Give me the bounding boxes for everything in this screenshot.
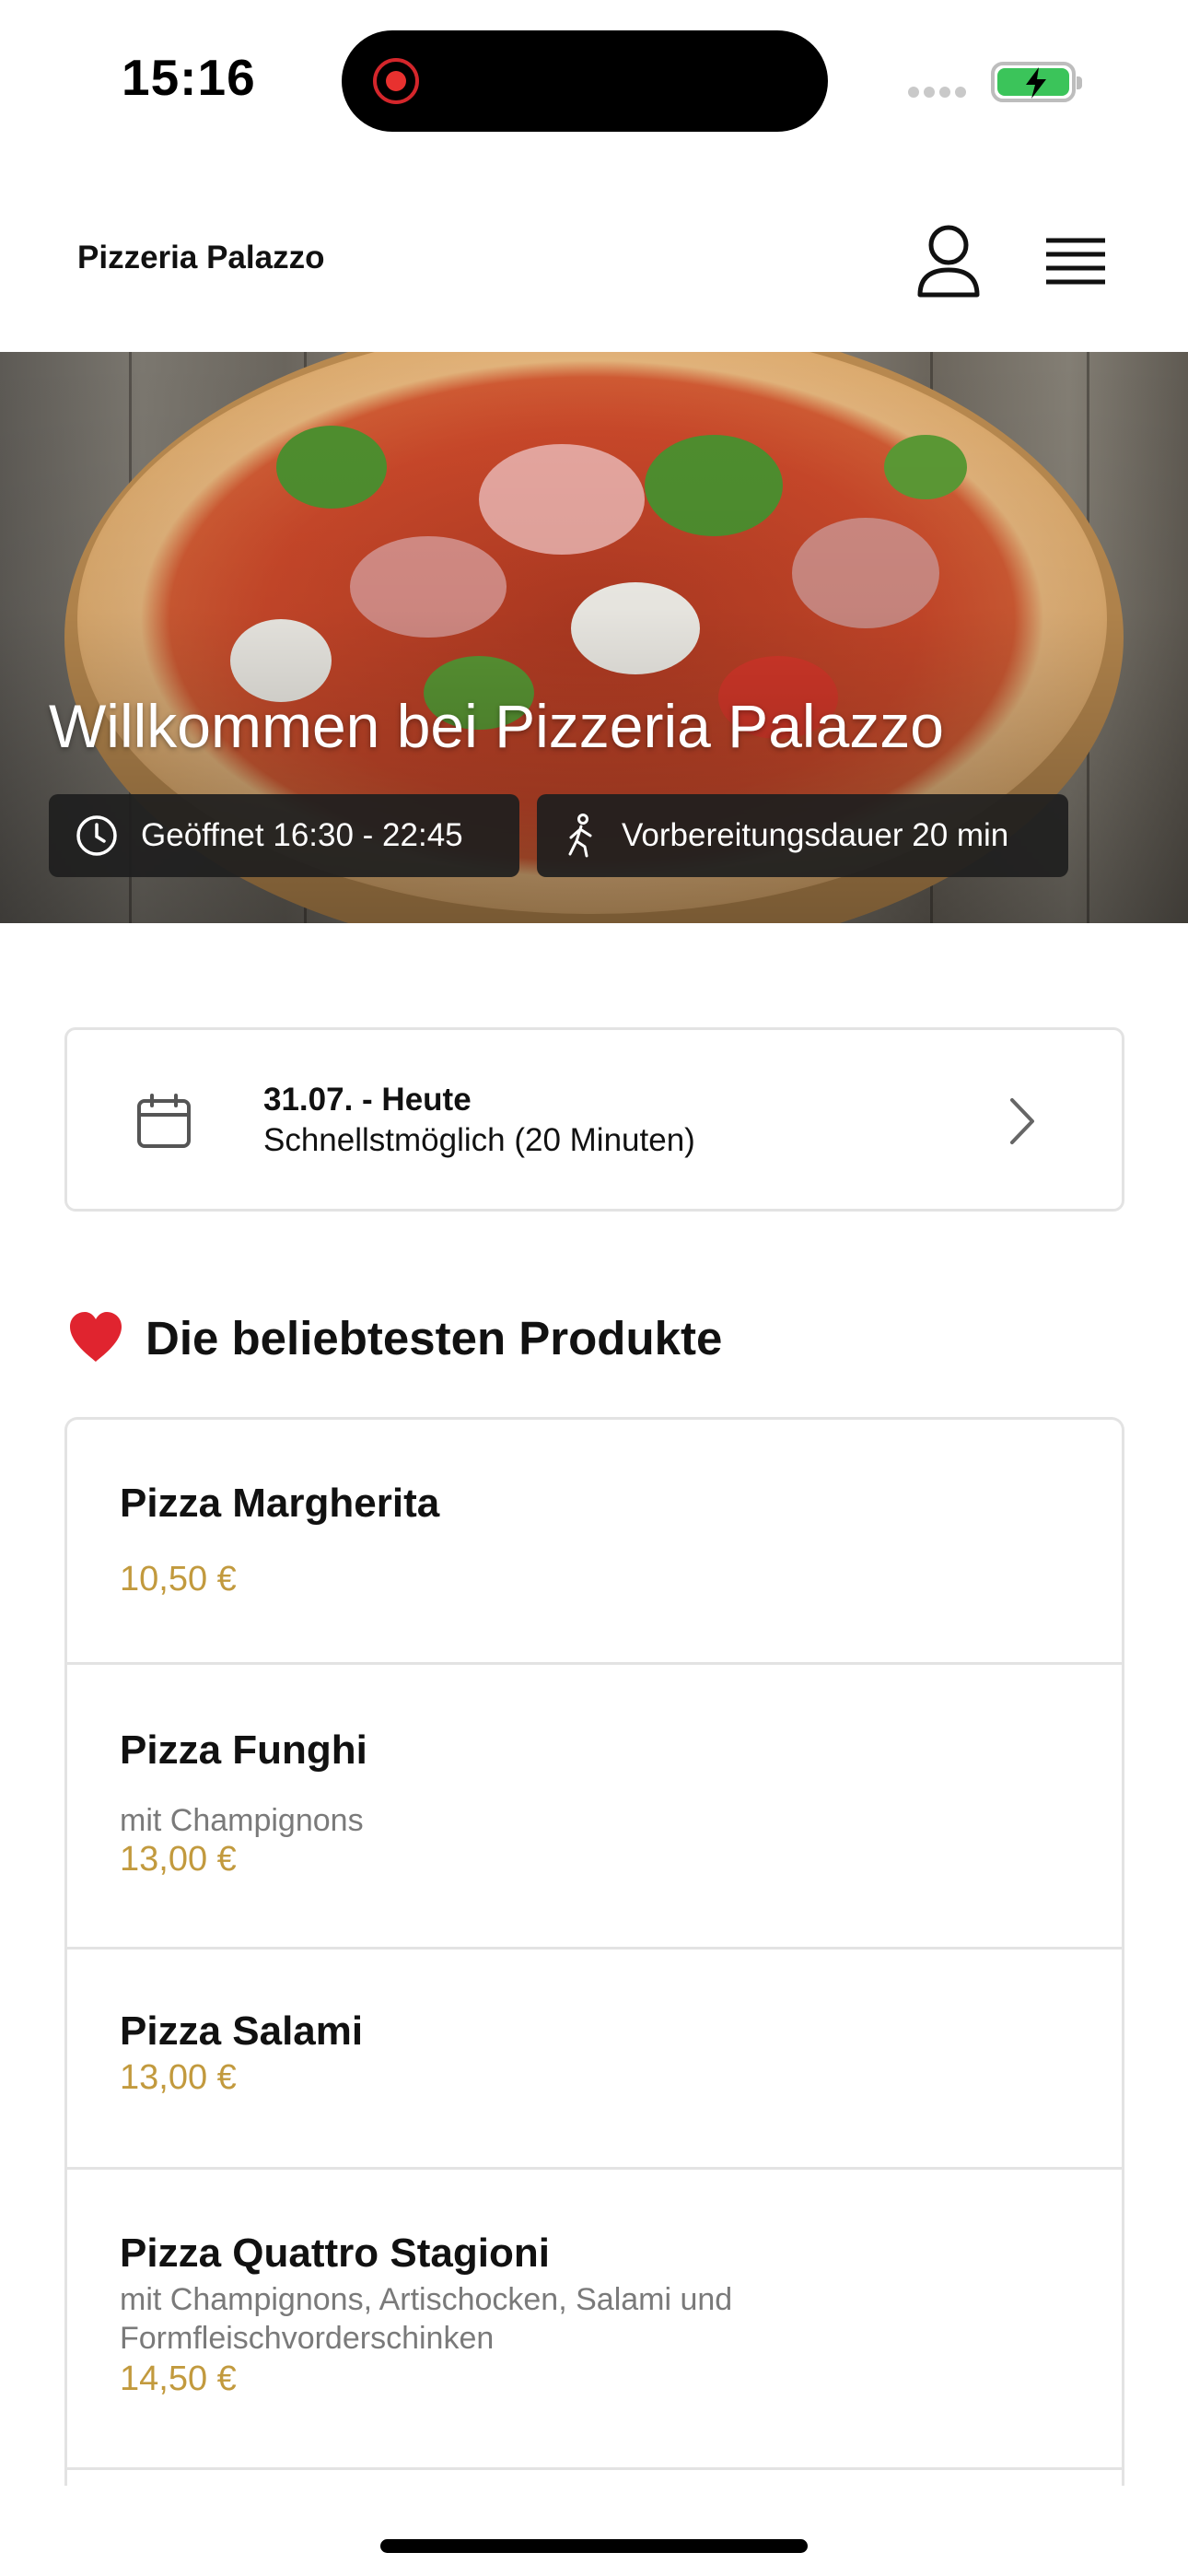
account-button[interactable] (912, 219, 985, 302)
recording-indicator-icon (373, 58, 419, 104)
status-time: 15:16 (122, 49, 256, 106)
hero-title: Willkommen bei Pizzeria Palazzo (49, 692, 944, 760)
heart-icon (70, 1312, 122, 1362)
pickup-time-selector[interactable]: 31.07. - Heute Schnellstmöglich (20 Minu… (64, 1027, 1124, 1212)
calendar-icon (137, 1094, 191, 1148)
product-name: Pizza Salami (120, 2008, 364, 2054)
product-price: 14,50 € (120, 2359, 237, 2398)
pickup-time: Schnellstmöglich (20 Minuten) (263, 1122, 695, 1158)
popular-products-title: Die beliebtesten Produkte (146, 1311, 723, 1364)
product-description: mit Champignons (120, 1803, 364, 1838)
status-bar: 15:16 (0, 0, 1188, 157)
product-item[interactable]: Pizza Quattro Stagioni mit Champignons, … (67, 2170, 1122, 2470)
product-item[interactable]: Pizza Salami 13,00 € (67, 1950, 1122, 2170)
hero-banner: Willkommen bei Pizzeria Palazzo Geöffnet… (0, 352, 1188, 923)
popular-products-list: Pizza Margherita 10,50 € Pizza Funghi mi… (64, 1417, 1124, 2486)
menu-icon (1046, 238, 1105, 285)
prep-time-badge: Vorbereitungsdauer 20 min (537, 794, 1068, 877)
product-name: Pizza Margherita (120, 1481, 440, 1526)
pickup-date: 31.07. - Heute (263, 1082, 472, 1118)
walking-icon (568, 814, 592, 858)
product-name: Pizza Funghi (120, 1727, 367, 1773)
clock-icon (76, 815, 117, 856)
signal-icon (908, 86, 973, 98)
product-price: 10,50 € (120, 1560, 237, 1598)
app-header: Pizzeria Palazzo (0, 184, 1188, 350)
battery-charging-icon (991, 62, 1082, 102)
menu-button[interactable] (1039, 225, 1112, 299)
chevron-right-icon (1010, 1098, 1034, 1144)
opening-hours-badge: Geöffnet 16:30 - 22:45 (49, 794, 519, 877)
product-description: mit Champignons, Artischocken, Salami un… (120, 2282, 733, 2356)
opening-hours-text: Geöffnet 16:30 - 22:45 (141, 817, 463, 853)
product-item[interactable]: Pizza Margherita 10,50 € (67, 1420, 1122, 1665)
product-item[interactable]: Pizza Funghi mit Champignons 13,00 € (67, 1665, 1122, 1950)
popular-products-heading: Die beliebtesten Produkte (66, 1308, 722, 1367)
user-icon (917, 225, 980, 298)
product-name: Pizza Quattro Stagioni (120, 2231, 550, 2276)
brand-name[interactable]: Pizzeria Palazzo (77, 240, 324, 276)
product-price: 13,00 € (120, 2058, 237, 2097)
product-price: 13,00 € (120, 1840, 237, 1879)
prep-time-text: Vorbereitungsdauer 20 min (622, 817, 1009, 853)
dynamic-island (342, 30, 828, 132)
home-indicator[interactable] (380, 2539, 808, 2553)
